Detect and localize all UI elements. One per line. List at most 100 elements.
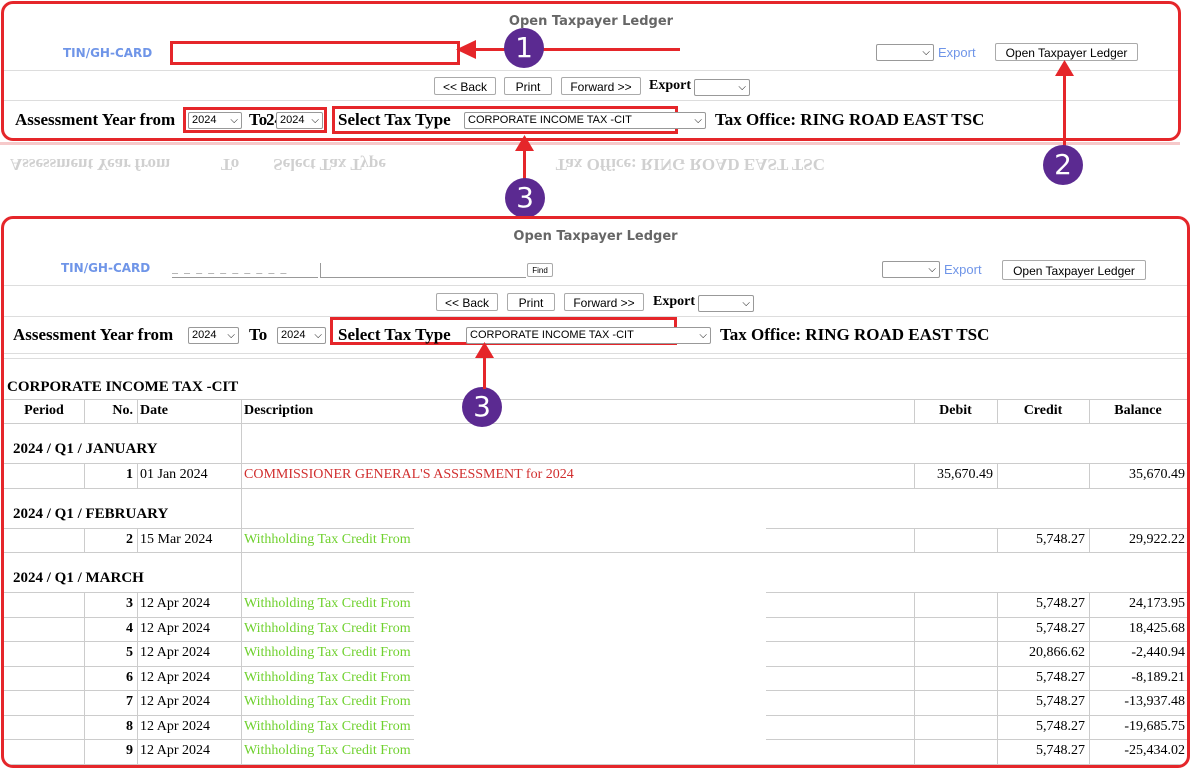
row-date: 12 Apr 2024 <box>140 669 210 685</box>
export-format-select[interactable]: ⌵ <box>876 44 934 61</box>
col-divider <box>241 665 242 690</box>
divider <box>4 70 1178 71</box>
row-date: 12 Apr 2024 <box>140 645 210 660</box>
ledger-table: CORPORATE INCOME TAX -CIT Period No. Date D… <box>4 219 1187 765</box>
row-description[interactable]: COMMISSIONER GENERAL'S ASSESSMENT for 20… <box>244 467 574 483</box>
column-header-balance: Balance <box>1114 403 1162 418</box>
col-divider <box>241 641 242 666</box>
tin-label: TIN/GH-CARD <box>63 46 153 60</box>
row-number: 9 <box>126 743 133 758</box>
col-divider <box>137 616 138 641</box>
col-divider <box>241 487 242 528</box>
reflection-bar <box>0 142 1180 145</box>
row-date: 12 Apr 2024 <box>140 694 210 709</box>
row-divider <box>4 463 1187 464</box>
chevron-down-icon: ⌵ <box>694 115 702 126</box>
row-debit: 35,670.49 <box>937 467 993 482</box>
export-select[interactable]: ⌵ <box>694 79 750 96</box>
bottom-panel: Open Taxpayer Ledger TIN/GH-CARD _ _ _ _… <box>1 216 1190 768</box>
row-number: 7 <box>126 694 133 709</box>
redacted-area <box>414 739 766 764</box>
row-description[interactable]: Withholding Tax Credit From <box>244 621 411 637</box>
arrow-2-head-icon <box>1055 60 1074 76</box>
year-to-select[interactable]: 2024 ⌵ <box>276 112 323 129</box>
column-header-no: No. <box>112 403 133 418</box>
page-title: Open Taxpayer Ledger <box>508 14 674 29</box>
col-divider <box>914 527 915 552</box>
redacted-area <box>414 690 766 715</box>
redacted-area <box>414 527 766 552</box>
row-description[interactable]: Withholding Tax Credit From <box>244 596 411 612</box>
row-number: 6 <box>126 669 133 685</box>
print-button[interactable]: Print <box>504 77 552 95</box>
badge-3: 3 <box>505 178 545 218</box>
reflection: Assessment Year from To Select Tax Type … <box>10 155 825 174</box>
col-divider <box>241 714 242 739</box>
back-button[interactable]: << Back <box>434 77 496 95</box>
col-divider <box>137 665 138 690</box>
col-divider <box>137 641 138 666</box>
arrow-1-shaft <box>470 48 680 51</box>
row-number: 5 <box>126 645 133 660</box>
row-balance: 24,173.95 <box>1129 596 1185 611</box>
row-credit: 5,748.27 <box>1036 596 1085 611</box>
row-balance: 35,670.49 <box>1129 467 1185 482</box>
divider <box>4 100 1178 101</box>
row-balance: -8,189.21 <box>1131 669 1185 685</box>
tax-office-label: Tax Office: RING ROAD EAST TSC <box>715 110 985 129</box>
table-header-bottom <box>4 423 1187 424</box>
forward-button[interactable]: Forward >> <box>561 77 641 95</box>
row-description[interactable]: Withholding Tax Credit From <box>244 719 411 735</box>
row-date: 01 Jan 2024 <box>140 467 208 482</box>
row-credit: 5,748.27 <box>1036 718 1085 734</box>
col-divider <box>914 690 915 715</box>
badge-2: 2 <box>1043 145 1083 185</box>
row-balance: -2,440.94 <box>1131 645 1185 660</box>
col-divider <box>137 592 138 617</box>
col-divider <box>914 616 915 641</box>
to-label-text: To <box>249 110 268 130</box>
ledger-heading: CORPORATE INCOME TAX -CIT <box>7 379 239 395</box>
col-divider <box>241 616 242 641</box>
row-date: 15 Mar 2024 <box>140 531 213 547</box>
chevron-down-icon: ⌵ <box>311 115 319 126</box>
redacted-area <box>414 665 766 690</box>
row-balance: -25,434.02 <box>1124 743 1185 758</box>
col-divider <box>241 552 242 592</box>
tin-input[interactable] <box>170 41 460 65</box>
redacted-area <box>414 714 766 739</box>
row-number: 3 <box>126 596 133 611</box>
row-credit: 5,748.27 <box>1036 669 1085 685</box>
redacted-area <box>414 592 766 617</box>
row-credit: 20,866.62 <box>1029 645 1085 660</box>
year-from-select[interactable]: 2024 ⌵ <box>188 112 242 129</box>
col-divider <box>241 690 242 715</box>
select-tax-type-label: Select Tax Type <box>338 110 451 129</box>
chevron-down-icon: ⌵ <box>922 47 930 58</box>
row-credit: 5,748.27 <box>1036 743 1085 758</box>
column-header-debit: Debit <box>939 403 972 418</box>
col-divider <box>137 527 138 552</box>
col-divider <box>914 399 915 423</box>
export-label: Export <box>649 78 691 93</box>
row-divider <box>4 763 1187 765</box>
row-balance: 29,922.22 <box>1129 531 1185 547</box>
col-divider <box>137 714 138 739</box>
row-description[interactable]: Withholding Tax Credit From <box>244 532 411 548</box>
row-number: 2 <box>126 531 133 547</box>
col-divider <box>137 739 138 764</box>
tax-type-select[interactable]: CORPORATE INCOME TAX -CIT ⌵ <box>464 112 706 129</box>
open-taxpayer-ledger-button[interactable]: Open Taxpayer Ledger <box>995 43 1138 61</box>
export-link[interactable]: Export <box>938 45 976 60</box>
row-description[interactable]: Withholding Tax Credit From <box>244 645 411 661</box>
row-description[interactable]: Withholding Tax Credit From <box>244 743 411 759</box>
row-date: 12 Apr 2024 <box>140 620 210 636</box>
col-divider <box>137 690 138 715</box>
col-divider <box>997 463 998 488</box>
row-credit: 5,748.27 <box>1036 620 1085 636</box>
period-group-label: 2024 / Q1 / MARCH <box>13 570 144 586</box>
chevron-down-icon: ⌵ <box>738 82 746 93</box>
row-description[interactable]: Withholding Tax Credit From <box>244 670 411 686</box>
row-description[interactable]: Withholding Tax Credit From <box>244 694 411 710</box>
top-panel: Open Taxpayer Ledger TIN/GH-CARD ⌵ Expor… <box>1 1 1181 141</box>
